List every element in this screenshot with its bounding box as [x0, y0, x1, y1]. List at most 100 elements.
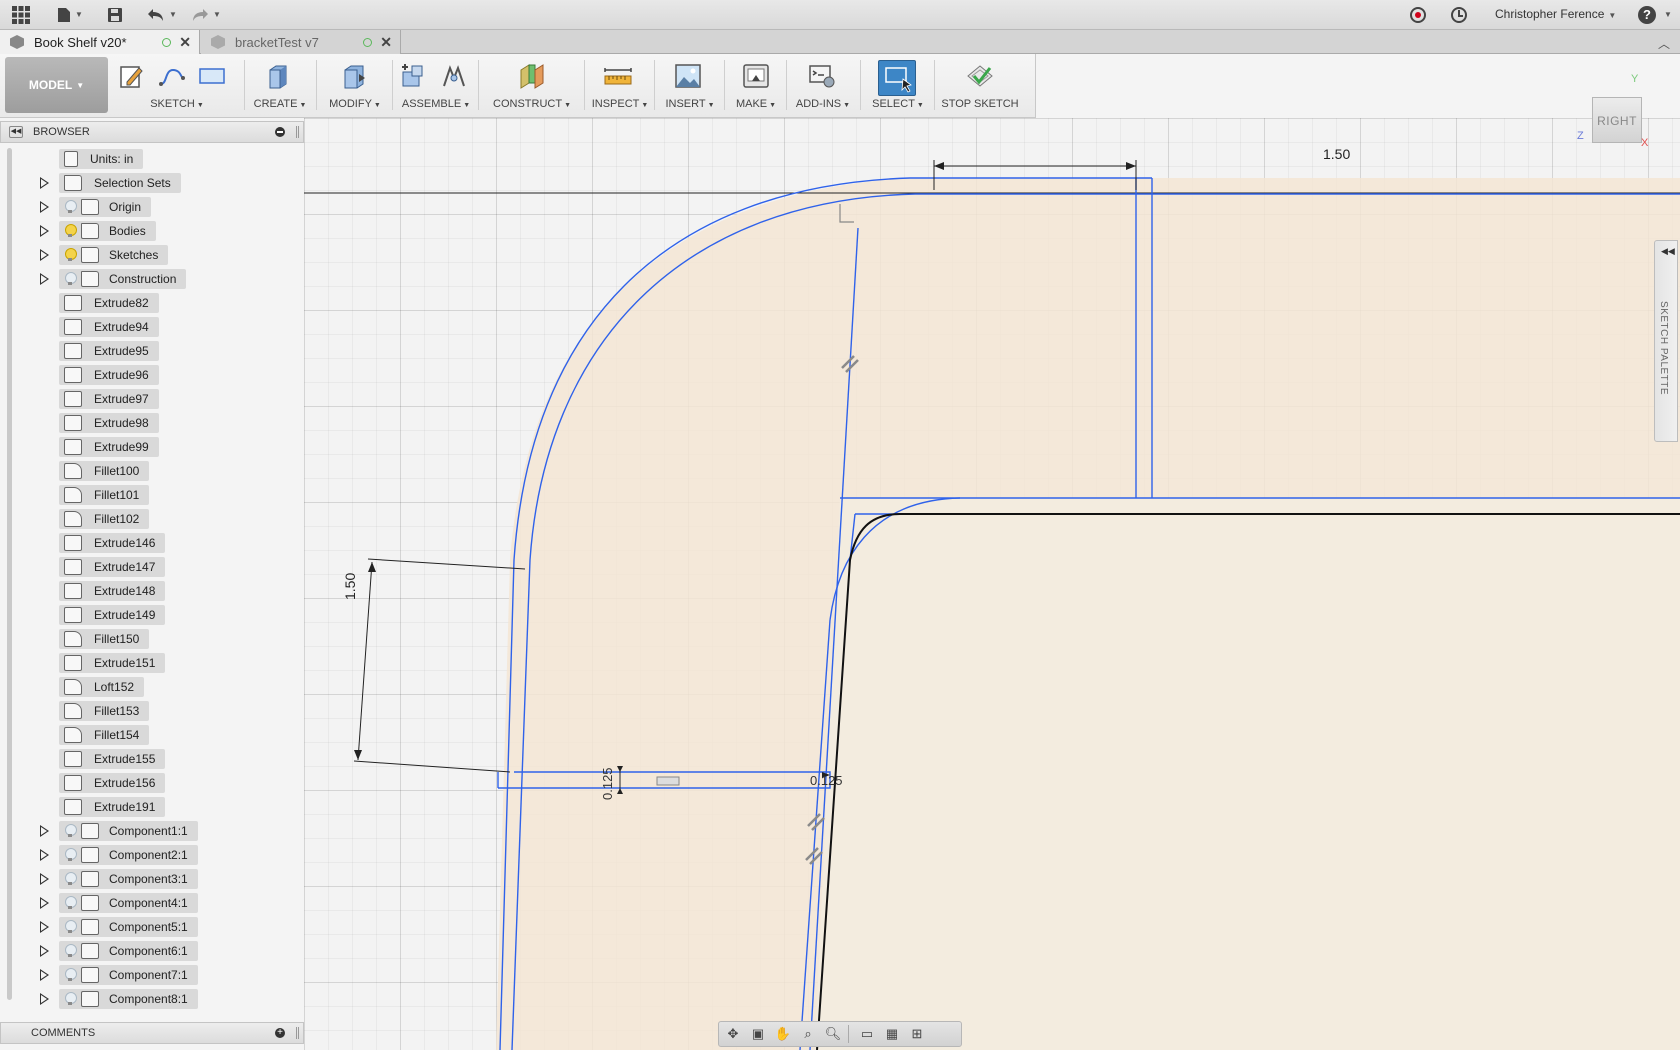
view-cube[interactable]: RIGHT — [1590, 95, 1646, 147]
browser-item-node[interactable]: Extrude147 — [59, 557, 166, 577]
browser-item-node[interactable]: Fillet100 — [59, 461, 150, 481]
fit-zoom-window-icon[interactable]: 🔍︎ — [822, 1025, 844, 1043]
expand-triangle-icon[interactable] — [38, 273, 50, 285]
browser-item-node[interactable]: Extrude98 — [59, 413, 159, 433]
visibility-bulb-icon[interactable] — [64, 248, 77, 262]
workspace-switcher-button[interactable]: MODEL ▼ — [5, 57, 108, 113]
expand-triangle-icon[interactable] — [38, 993, 50, 1005]
orbit-icon[interactable]: ✥ — [722, 1025, 744, 1043]
minimize-icon[interactable] — [275, 127, 285, 137]
expand-triangle-icon[interactable] — [38, 921, 50, 933]
expand-triangle-icon[interactable] — [38, 849, 50, 861]
browser-item-node[interactable]: Extrude82 — [59, 293, 159, 313]
record-icon[interactable] — [1410, 7, 1426, 23]
zoom-icon[interactable]: ⌕ — [797, 1025, 819, 1043]
expand-triangle-icon[interactable] — [38, 969, 50, 981]
drag-handle-icon[interactable] — [296, 126, 299, 138]
rectangle-icon[interactable] — [198, 62, 226, 90]
browser-item-node[interactable]: Component3:1 — [59, 869, 198, 889]
browser-item-node[interactable]: Component4:1 — [59, 893, 198, 913]
visibility-bulb-icon[interactable] — [64, 992, 77, 1006]
browser-item-node[interactable]: Component1:1 — [59, 821, 198, 841]
visibility-bulb-icon[interactable] — [64, 920, 77, 934]
visibility-bulb-icon[interactable] — [64, 824, 77, 838]
top-dimension-value[interactable]: 1.50 — [1323, 146, 1350, 162]
construct-menu[interactable]: CONSTRUCT ▼ — [482, 54, 582, 118]
browser-item-node[interactable]: Fillet150 — [59, 629, 150, 649]
browser-item-node[interactable]: Extrude156 — [59, 773, 166, 793]
browser-item-node[interactable]: Loft152 — [59, 677, 145, 697]
expand-triangle-icon[interactable] — [38, 873, 50, 885]
browser-item-node[interactable]: Construction — [59, 269, 187, 289]
help-icon[interactable]: ? — [1638, 6, 1656, 24]
browser-item-node[interactable]: Fillet154 — [59, 725, 150, 745]
line-spline-icon[interactable] — [158, 62, 186, 90]
comments-panel-header[interactable]: COMMENTS + — [0, 1022, 304, 1044]
browser-item-node[interactable]: Component2:1 — [59, 845, 198, 865]
browser-item-node[interactable]: Bodies — [59, 221, 156, 241]
browser-item-node[interactable]: Extrude96 — [59, 365, 159, 385]
close-icon[interactable]: ✕ — [380, 34, 392, 51]
make-menu[interactable]: MAKE ▼ — [728, 54, 784, 118]
display-settings-icon[interactable]: ▭ — [856, 1025, 878, 1043]
select-icon[interactable] — [878, 60, 916, 96]
horizontal-constraint-icon[interactable] — [656, 776, 680, 786]
browser-item-node[interactable]: Extrude148 — [59, 581, 166, 601]
modify-menu[interactable]: MODIFY ▼ — [320, 54, 390, 118]
user-account-menu[interactable]: Christopher Ference ▼ — [1495, 7, 1616, 21]
browser-item-node[interactable]: Fillet101 — [59, 485, 150, 505]
close-icon[interactable]: ✕ — [179, 34, 191, 51]
expand-triangle-icon[interactable] — [38, 825, 50, 837]
browser-item-node[interactable]: Selection Sets — [59, 173, 181, 193]
tab-book-shelf[interactable]: Book Shelf v20* ✕ — [0, 30, 200, 54]
horizontal-thickness-value[interactable]: 0.125 — [810, 773, 843, 788]
assemble-menu[interactable]: ASSEMBLE ▼ — [396, 54, 476, 118]
expand-triangle-icon[interactable] — [38, 897, 50, 909]
browser-item-node[interactable]: Extrude95 — [59, 341, 159, 361]
browser-item-node[interactable]: Component8:1 — [59, 989, 198, 1009]
vertical-thickness-value[interactable]: 0.125 — [600, 767, 615, 800]
browser-item-node[interactable]: Component6:1 — [59, 941, 198, 961]
browser-scrollbar[interactable] — [7, 148, 12, 1000]
expand-left-icon[interactable]: ◀◀ — [1661, 246, 1675, 257]
inspect-menu[interactable]: INSPECT ▼ — [588, 54, 652, 118]
browser-item-node[interactable]: Extrude97 — [59, 389, 159, 409]
pan-icon[interactable]: ✋ — [772, 1025, 794, 1043]
visibility-bulb-icon[interactable] — [64, 968, 77, 982]
browser-item-node[interactable]: Units: in — [59, 149, 144, 169]
view-cube-face[interactable]: RIGHT — [1592, 97, 1642, 143]
add-comment-icon[interactable]: + — [275, 1028, 285, 1038]
undo-button[interactable]: ▼ — [144, 0, 180, 30]
chevron-up-icon[interactable]: ︿ — [1658, 35, 1670, 52]
grid-snaps-icon[interactable]: ▦ — [881, 1025, 903, 1043]
browser-item-node[interactable]: Component7:1 — [59, 965, 198, 985]
browser-item-node[interactable]: Extrude149 — [59, 605, 166, 625]
app-grid-icon[interactable] — [10, 0, 32, 30]
sketch-menu[interactable]: SKETCH ▼ — [112, 54, 242, 118]
help-chevron-down-icon[interactable]: ▼ — [1664, 10, 1672, 19]
browser-item-node[interactable]: Extrude191 — [59, 797, 166, 817]
expand-triangle-icon[interactable] — [38, 945, 50, 957]
save-button[interactable] — [104, 0, 126, 30]
sketch-geometry[interactable] — [304, 118, 1680, 1050]
insert-menu[interactable]: INSERT ▼ — [658, 54, 722, 118]
tab-bracket-test[interactable]: bracketTest v7 ✕ — [201, 30, 401, 54]
browser-item-node[interactable]: Extrude94 — [59, 317, 159, 337]
browser-item-node[interactable]: Sketches — [59, 245, 169, 265]
stop-sketch-button[interactable]: STOP SKETCH — [938, 54, 1022, 118]
add-ins-menu[interactable]: ADD-INS ▼ — [790, 54, 856, 118]
left-dimension-value[interactable]: 1.50 — [342, 573, 358, 600]
sketch-palette-tab[interactable]: ◀◀ SKETCH PALETTE — [1654, 240, 1678, 442]
visibility-bulb-icon[interactable] — [64, 848, 77, 862]
expand-triangle-icon[interactable] — [38, 249, 50, 261]
browser-item-node[interactable]: Origin — [59, 197, 152, 217]
visibility-bulb-icon[interactable] — [64, 272, 77, 286]
visibility-bulb-icon[interactable] — [64, 944, 77, 958]
browser-item-node[interactable]: Extrude155 — [59, 749, 166, 769]
visibility-bulb-icon[interactable] — [64, 224, 77, 238]
visibility-bulb-icon[interactable] — [64, 896, 77, 910]
browser-item-node[interactable]: Extrude151 — [59, 653, 166, 673]
expand-triangle-icon[interactable] — [38, 201, 50, 213]
create-sketch-icon[interactable] — [118, 62, 146, 90]
create-menu[interactable]: CREATE ▼ — [248, 54, 312, 118]
